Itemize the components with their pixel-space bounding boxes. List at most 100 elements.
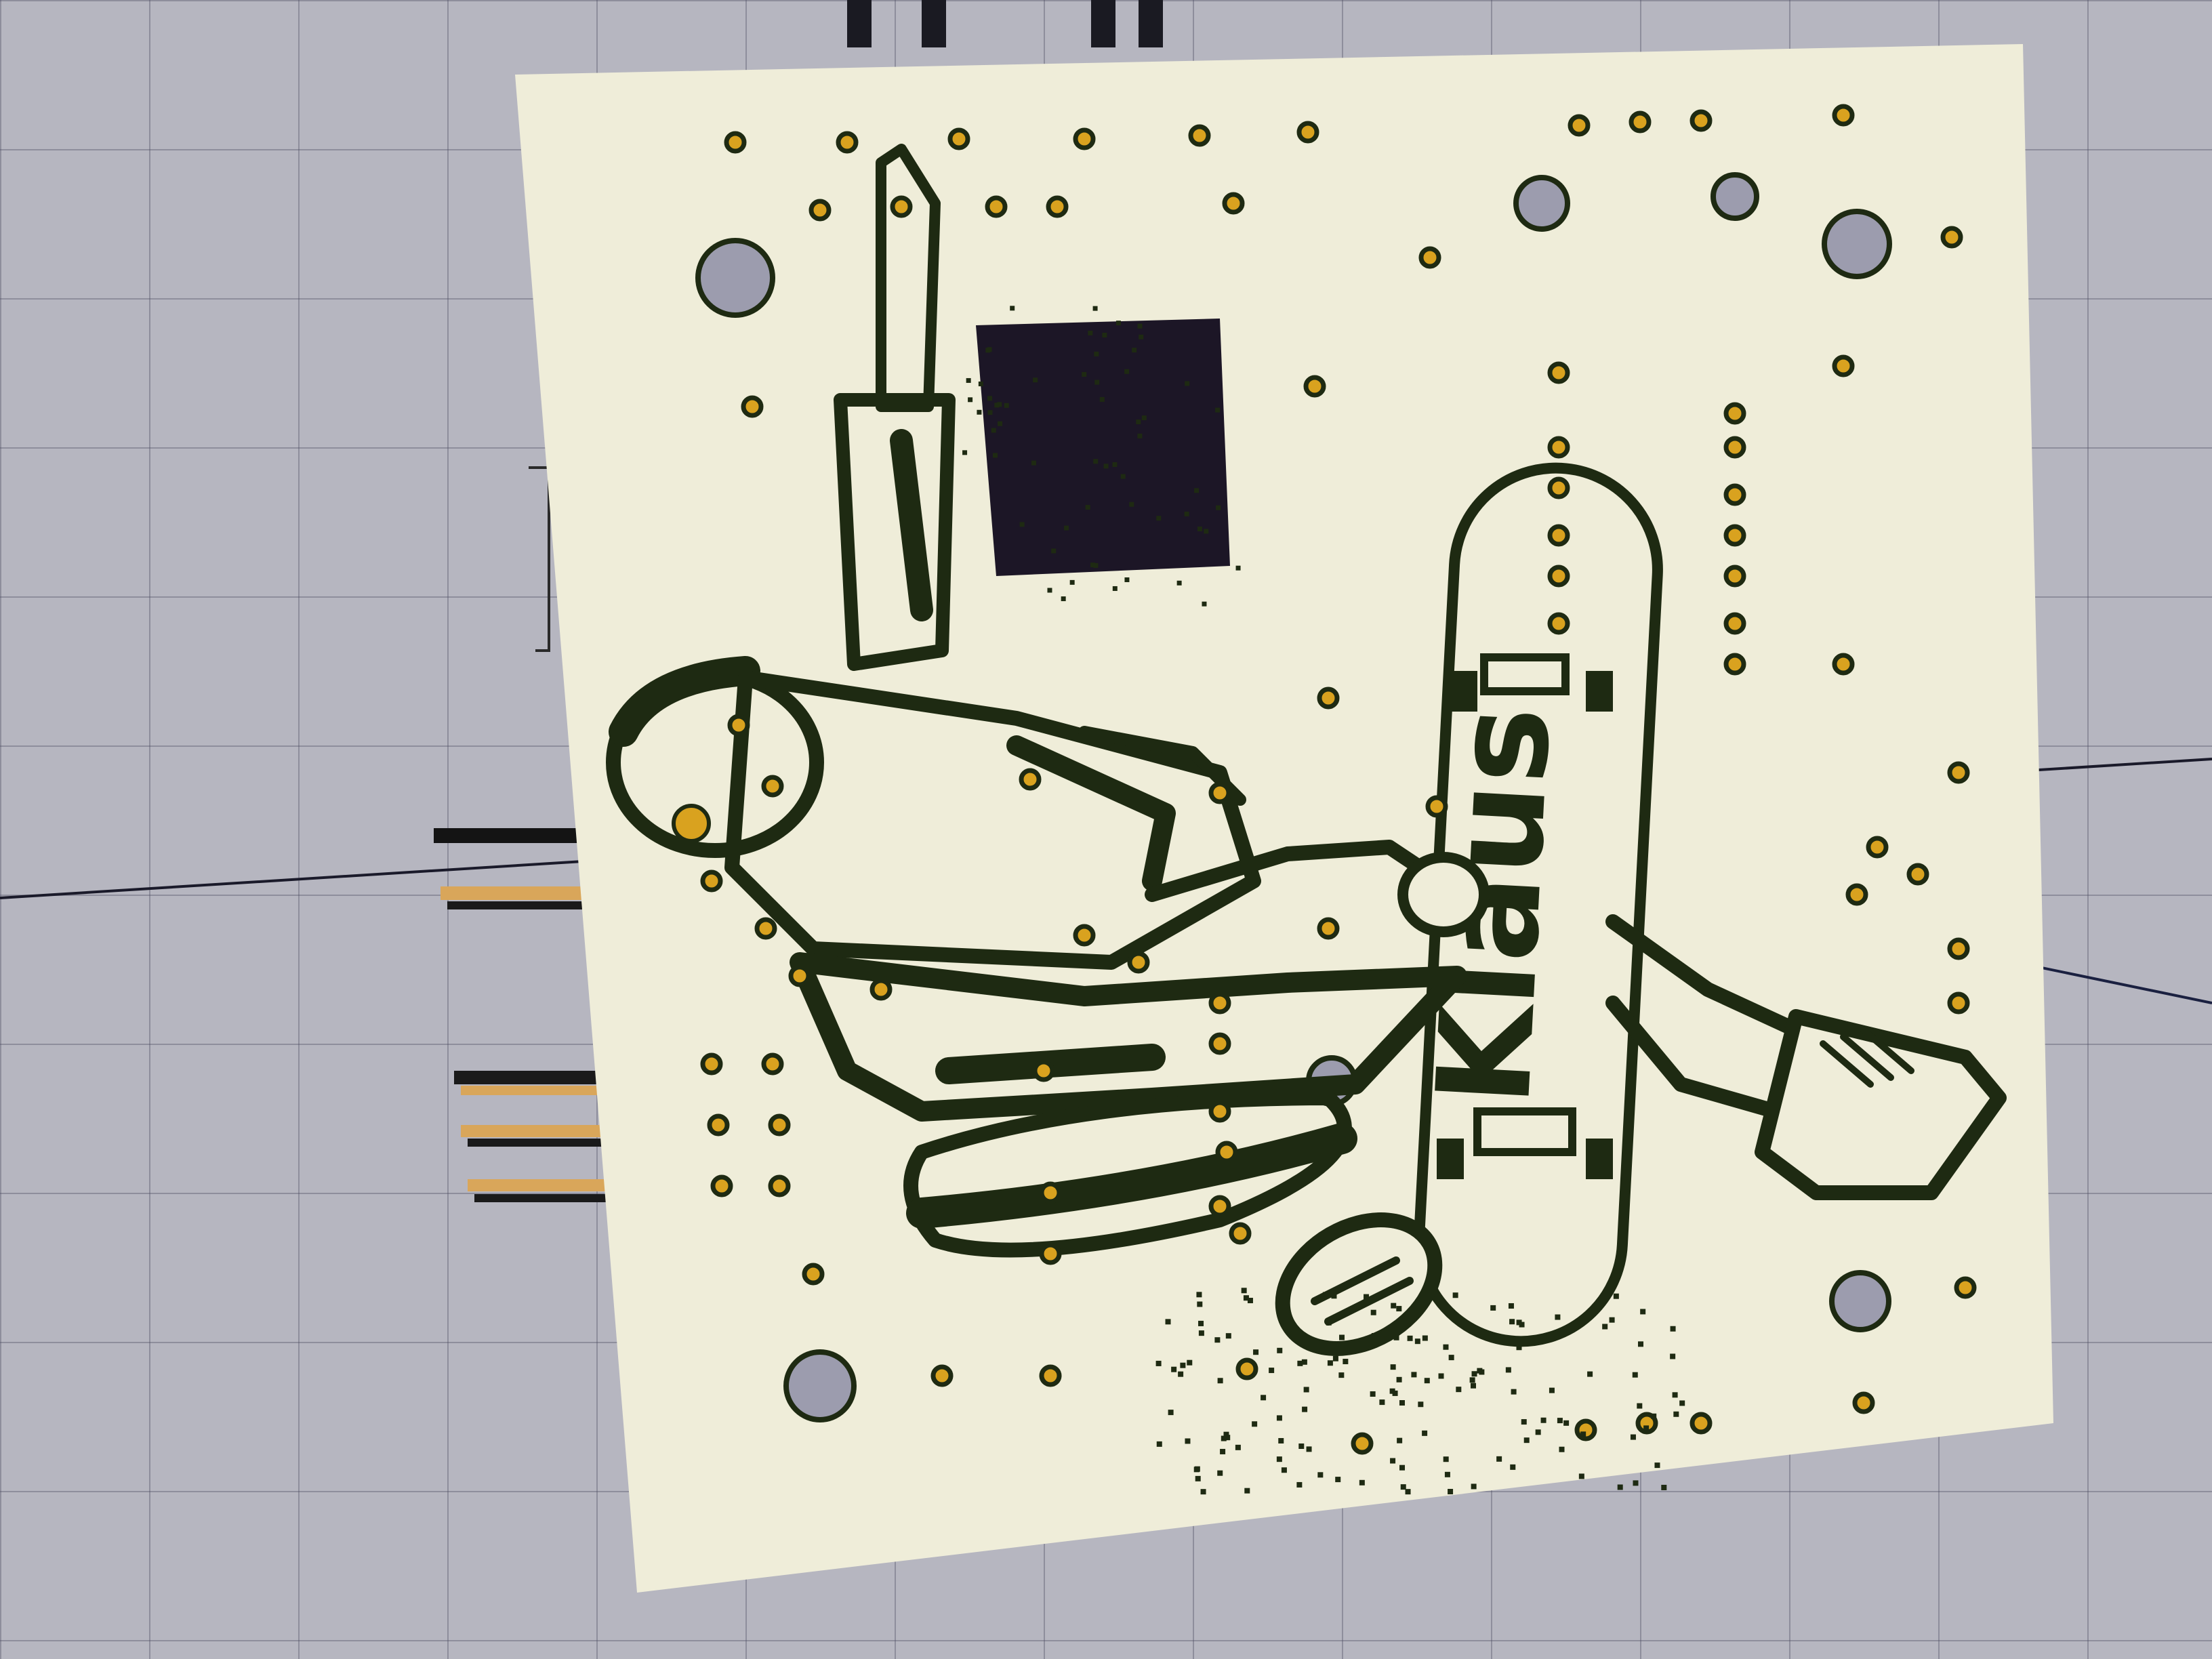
via-pad [1832,653,1855,676]
via-pad [1019,768,1042,791]
via-pad [985,195,1008,218]
speck [1339,1334,1345,1340]
via-pad [1046,195,1069,218]
speck [1093,459,1099,464]
speck [966,377,971,383]
via-pad [1317,917,1340,940]
via-pad [1425,795,1448,818]
speck [1364,1294,1370,1300]
speck [1094,351,1099,356]
speck [1391,1303,1397,1309]
speck [1511,1389,1517,1395]
speck [1407,1335,1413,1341]
speck [1587,1371,1593,1377]
speck [1444,1471,1450,1477]
via-pad [1073,924,1096,947]
speck [1019,522,1025,527]
speck [1335,1477,1341,1483]
speck [1331,1293,1337,1299]
speck [1124,369,1130,374]
speck [1563,1420,1570,1426]
speck [1093,562,1099,568]
speck [1064,525,1069,531]
speck [1422,1335,1428,1341]
pcb-3d-viewport[interactable]: Klaus [0,0,2212,1659]
via-pad [808,199,832,222]
via-pad [1723,653,1746,676]
speck [1220,1448,1226,1454]
speck [1168,1410,1174,1416]
speck [1379,1399,1385,1406]
speck [1085,505,1090,510]
via-pad [707,1113,730,1136]
speck [1187,1359,1193,1366]
via-pad [754,917,777,940]
speck [1094,380,1100,385]
speck [1399,1465,1406,1471]
drill-hole [1711,172,1759,221]
speck [1141,415,1147,421]
speck [1519,1322,1525,1328]
speck [1452,1292,1458,1298]
speck [1178,1371,1184,1377]
speck [1204,529,1209,534]
speck [1390,1458,1396,1464]
speck [1448,1355,1454,1361]
speck [1422,1430,1428,1436]
speck [1638,1341,1644,1347]
speck [1559,1446,1565,1452]
speck [1281,1467,1287,1473]
speck [978,381,983,386]
via-pad [1215,1141,1238,1164]
via-pad [741,395,764,418]
speck [1424,1378,1430,1384]
speck [1630,1434,1636,1440]
via-pad [1222,192,1245,215]
speck [1185,381,1190,386]
speck [1082,371,1087,377]
speck [1540,1417,1547,1423]
speck [1632,1372,1638,1378]
via-pad [1547,565,1570,588]
via-pad [1832,104,1855,127]
board-cutout [976,319,1230,576]
via-pad [1832,354,1855,377]
speck [1414,1338,1420,1345]
speck [1197,1301,1203,1307]
speck [1180,1362,1186,1368]
speck [1184,511,1189,516]
speck [1253,1349,1259,1355]
speck [1217,1378,1223,1384]
via-pad [1039,1242,1062,1265]
via-pad [1317,687,1340,710]
speck [977,409,982,415]
speck [1456,1387,1462,1393]
speck [1549,1387,1555,1393]
speck [1651,1413,1657,1419]
speck [1370,1391,1376,1397]
speck [1640,1309,1646,1315]
speck [1555,1314,1561,1320]
speck [962,450,968,455]
via-pad [1073,127,1096,150]
speck [1557,1418,1563,1424]
via-pad [1689,109,1713,132]
pcb-render[interactable]: Klaus [0,0,2212,1659]
speck [1298,1443,1305,1449]
speck [1031,460,1036,466]
speck [1399,1400,1405,1406]
speck [1047,588,1052,593]
speck [1202,601,1207,607]
via-pad [1947,991,1970,1015]
via-pad [1208,1195,1231,1218]
speck [994,403,1000,408]
drill-hole [1822,209,1892,279]
speck [1302,1406,1308,1412]
speck [1156,516,1162,521]
speck [1405,1489,1411,1495]
via-pad [768,1113,791,1136]
speck [1471,1371,1477,1377]
via-pad [1547,524,1570,547]
via-pad [727,714,750,737]
speck [1276,1415,1282,1421]
